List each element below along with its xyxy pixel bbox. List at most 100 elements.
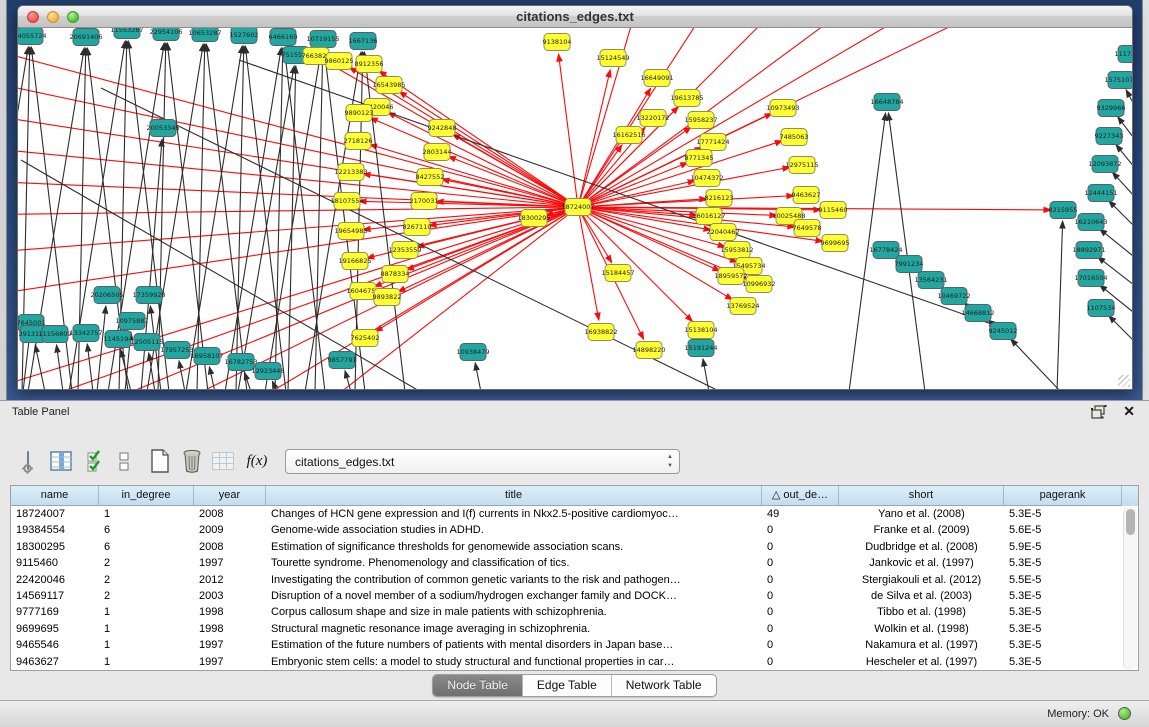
graph-node[interactable]: 12975115: [785, 157, 818, 174]
graph-node[interactable]: 7649578: [793, 220, 822, 237]
graph-node[interactable]: 1527602: [230, 28, 259, 44]
graph-node[interactable]: 12093872: [1088, 156, 1121, 173]
graph-node[interactable]: 10469722: [937, 288, 970, 305]
graph-node[interactable]: 20053346: [146, 120, 179, 137]
graph-node[interactable]: 11156809: [38, 326, 71, 343]
select-all-button[interactable]: [82, 447, 110, 475]
graph-node[interactable]: 15953812: [720, 242, 753, 259]
table-row[interactable]: 1456911722003Disruption of a novel membe…: [11, 588, 1138, 604]
graph-node[interactable]: 20206505: [90, 287, 123, 304]
graph-node[interactable]: 10996932: [742, 276, 775, 293]
panel-divider-handle[interactable]: [569, 394, 582, 399]
graph-node[interactable]: 9890123: [345, 105, 374, 122]
graph-node[interactable]: 10973493: [766, 100, 799, 117]
graph-node[interactable]: 16648784: [870, 94, 903, 111]
graph-node[interactable]: 14898220: [632, 342, 665, 359]
graph-node[interactable]: 22040462: [706, 224, 739, 241]
deselect-all-button[interactable]: [116, 447, 132, 475]
graph-node[interactable]: 15191244: [684, 340, 717, 357]
graph-node[interactable]: 1145194: [104, 331, 133, 348]
graph-node[interactable]: 18300295: [517, 210, 550, 227]
graph-node[interactable]: 18107554: [330, 193, 363, 210]
graph-node[interactable]: 1107534: [1087, 300, 1116, 317]
graph-node[interactable]: 9857791: [328, 352, 357, 369]
window-resize-grip[interactable]: [1118, 375, 1130, 387]
graph-node[interactable]: 9245012: [989, 323, 1018, 340]
column-header-year[interactable]: year: [194, 486, 266, 506]
graph-node[interactable]: 7485063: [780, 129, 809, 146]
graph-node[interactable]: 8878334: [381, 266, 410, 283]
graph-node[interactable]: 9699695: [821, 235, 850, 252]
graph-node[interactable]: 9893822: [373, 289, 402, 306]
tab-node-table[interactable]: Node Table: [433, 675, 523, 696]
graph-node[interactable]: 13342757: [69, 325, 102, 342]
graph-node[interactable]: 6466160: [269, 29, 298, 46]
show-columns-button[interactable]: [47, 447, 75, 475]
delete-table-button[interactable]: [209, 447, 237, 475]
graph-node[interactable]: 13220172: [636, 110, 669, 127]
table-scrollbar[interactable]: [1123, 507, 1137, 670]
graph-node[interactable]: 12923448: [251, 363, 284, 380]
graph-node[interactable]: 12505115: [130, 334, 163, 351]
memory-status-led[interactable]: [1118, 707, 1131, 720]
column-header-name[interactable]: name: [11, 486, 99, 506]
table-row[interactable]: 969969511998Structural magnetic resonanc…: [11, 621, 1138, 637]
graph-node[interactable]: 19613785: [670, 90, 703, 107]
table-row[interactable]: 2242004622012Investigating the contribut…: [11, 572, 1138, 588]
graph-node[interactable]: 15124549: [596, 50, 629, 67]
graph-node[interactable]: 9463627: [792, 187, 821, 204]
table-row[interactable]: 1872400712008Changes of HCN gene express…: [11, 506, 1138, 522]
graph-node[interactable]: 17016504: [1074, 270, 1107, 287]
close-panel-icon[interactable]: ✕: [1123, 403, 1135, 420]
window-minimize-button[interactable]: [47, 11, 59, 23]
graph-node[interactable]: 9138104: [543, 34, 572, 51]
graph-node[interactable]: 9227343: [1095, 128, 1124, 145]
graph-node[interactable]: 16016127: [692, 208, 725, 225]
graph-node[interactable]: 10975887: [115, 313, 148, 330]
graph-node[interactable]: 16162516: [612, 127, 645, 144]
graph-node[interactable]: 18724007: [561, 199, 594, 216]
graph-node[interactable]: 11173456: [1114, 46, 1132, 63]
graph-node[interactable]: 15751074: [1104, 72, 1132, 89]
graph-node[interactable]: 2718126: [344, 133, 373, 150]
graph-node[interactable]: 11553287: [110, 28, 143, 39]
graph-node[interactable]: 15958237: [684, 112, 717, 129]
graph-node[interactable]: 16958107: [190, 348, 223, 365]
graph-node[interactable]: 10719155: [306, 31, 339, 48]
graph-node[interactable]: 7991234: [895, 256, 924, 273]
table-scrollbar-thumb[interactable]: [1126, 509, 1135, 535]
graph-node[interactable]: 8912356: [355, 56, 384, 73]
graph-node[interactable]: 9860125: [325, 53, 354, 70]
table-row[interactable]: 911546021997Tourette syndrome. Phenomeno…: [11, 555, 1138, 571]
graph-node[interactable]: 14055724: [18, 28, 47, 45]
graph-node[interactable]: 18892971: [1072, 242, 1105, 259]
table-row[interactable]: 946554611997Estimation of the future num…: [11, 637, 1138, 653]
graph-node[interactable]: 22954106: [149, 28, 182, 41]
graph-node[interactable]: 2803144: [423, 144, 452, 161]
graph-node[interactable]: 7625402: [351, 330, 380, 347]
graph-node[interactable]: 13564231: [914, 272, 947, 289]
column-header-title[interactable]: title: [266, 486, 762, 506]
graph-node[interactable]: 19654985: [334, 223, 367, 240]
window-zoom-button[interactable]: [67, 11, 79, 23]
graph-node[interactable]: 10938479: [456, 344, 489, 361]
graph-node[interactable]: 15138104: [684, 322, 717, 339]
function-builder-button[interactable]: f(x): [243, 447, 271, 475]
table-row[interactable]: 1830029562008Estimation of significance …: [11, 539, 1138, 555]
graph-node[interactable]: 8427552: [416, 169, 445, 186]
table-mode-button[interactable]: [14, 447, 42, 475]
delete-column-button[interactable]: [178, 447, 206, 475]
window-titlebar[interactable]: citations_edges.txt: [18, 6, 1132, 28]
graph-node[interactable]: 12353559: [388, 242, 421, 259]
tab-edge-table[interactable]: Edge Table: [523, 675, 612, 696]
create-column-button[interactable]: [146, 447, 174, 475]
graph-node[interactable]: 10474372: [690, 170, 723, 187]
table-selector-dropdown[interactable]: citations_edges.txt ▲▼: [285, 449, 680, 474]
table-row[interactable]: 1938455462009Genome-wide association stu…: [11, 522, 1138, 538]
network-canvas[interactable]: 1405572420691406115532872295410610653287…: [18, 28, 1132, 389]
graph-node[interactable]: 10653287: [188, 28, 221, 42]
graph-node[interactable]: 16938822: [584, 324, 617, 341]
graph-node[interactable]: 17771424: [696, 134, 729, 151]
graph-node[interactable]: 19166825: [338, 253, 371, 270]
table-row[interactable]: 946362711997Embryonic stem cells: a mode…: [11, 654, 1138, 670]
